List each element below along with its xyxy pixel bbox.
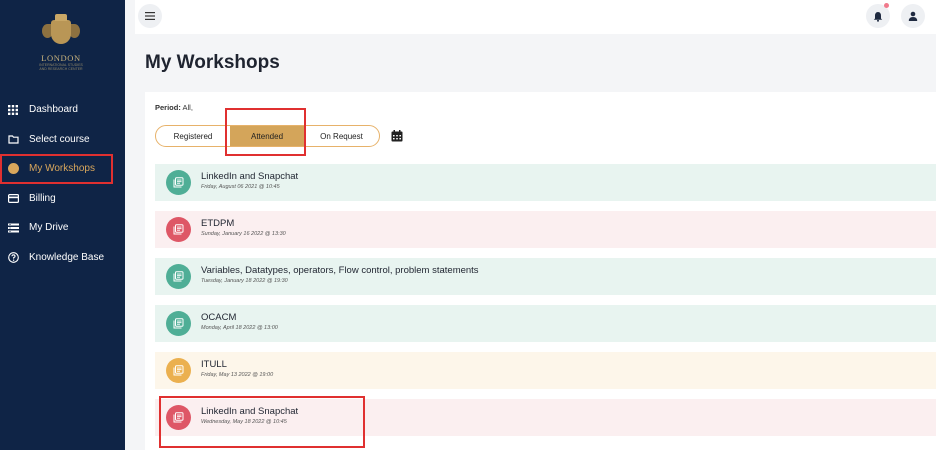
notifications-button[interactable]	[866, 3, 890, 28]
course-icon	[166, 311, 191, 336]
top-bar	[135, 0, 936, 34]
sidebar-item-label: Select course	[29, 133, 90, 145]
course-icon	[166, 170, 191, 195]
tab-on-request[interactable]: On Request	[304, 126, 379, 146]
workshop-date: Wednesday, May 18 2022 @ 10:45	[201, 419, 287, 425]
sidebar-nav: Dashboard Select course My Workshops Bil…	[0, 95, 125, 272]
sidebar: LONDON INTERNATIONAL STUDIES AND RESEARC…	[0, 0, 125, 450]
drive-icon	[7, 222, 19, 234]
user-icon	[908, 11, 918, 21]
help-icon	[7, 251, 19, 263]
user-menu-button[interactable]	[901, 4, 925, 28]
workshop-item[interactable]: LinkedIn and Snapchat Wednesday, May 18 …	[155, 399, 936, 436]
workshop-date: Sunday, January 16 2022 @ 13:30	[201, 231, 286, 237]
hamburger-icon	[145, 12, 155, 20]
workshop-title: LinkedIn and Snapchat	[201, 171, 299, 182]
workshop-date: Tuesday, January 18 2022 @ 19:30	[201, 278, 288, 284]
calendar-icon	[391, 130, 403, 142]
sidebar-item-label: My Drive	[29, 222, 69, 234]
sidebar-item-dashboard[interactable]: Dashboard	[0, 95, 125, 125]
sidebar-item-label: Knowledge Base	[29, 251, 105, 263]
sidebar-item-label: Dashboard	[29, 104, 78, 116]
page-title: My Workshops	[145, 52, 280, 73]
period-value: All,	[182, 103, 193, 112]
calendar-button[interactable]	[391, 129, 403, 142]
workshop-date: Friday, May 13 2022 @ 19:00	[201, 372, 274, 378]
workshop-title: ETDPM	[201, 218, 235, 229]
bell-icon	[873, 11, 883, 22]
sidebar-item-label: My Workshops	[29, 163, 95, 175]
sidebar-item-billing[interactable]: Billing	[0, 184, 125, 214]
workshop-item[interactable]: OCACM Monday, April 18 2022 @ 13:00	[155, 305, 936, 342]
period-filter: Period: All,	[155, 103, 193, 112]
sidebar-item-label: Billing	[29, 192, 56, 204]
workshop-title: Variables, Datatypes, operators, Flow co…	[201, 265, 479, 276]
workshop-date: Friday, August 06 2021 @ 10:45	[201, 184, 280, 190]
sidebar-item-knowledge-base[interactable]: Knowledge Base	[0, 243, 125, 273]
sidebar-item-my-drive[interactable]: My Drive	[0, 213, 125, 243]
folder-icon	[7, 133, 19, 145]
course-icon	[166, 405, 191, 430]
brand-name: LONDON	[41, 53, 81, 63]
workshop-title: OCACM	[201, 312, 237, 323]
crest-icon	[42, 14, 80, 48]
notification-dot	[884, 3, 889, 8]
workshop-item[interactable]: Variables, Datatypes, operators, Flow co…	[155, 258, 936, 295]
workshop-title: LinkedIn and Snapchat	[201, 406, 299, 417]
brand-tagline: AND RESEARCH CENTER	[39, 67, 83, 71]
workshop-date: Monday, April 18 2022 @ 13:00	[201, 325, 278, 331]
grid-icon	[7, 104, 19, 116]
workshop-title: ITULL	[201, 359, 227, 370]
sidebar-item-my-workshops[interactable]: My Workshops	[0, 154, 125, 184]
sidebar-item-select-course[interactable]: Select course	[0, 125, 125, 155]
workshop-item[interactable]: ETDPM Sunday, January 16 2022 @ 13:30	[155, 211, 936, 248]
workshop-list: LinkedIn and Snapchat Friday, August 06 …	[155, 164, 936, 446]
menu-toggle-button[interactable]	[138, 4, 162, 28]
workshop-item[interactable]: LinkedIn and Snapchat Friday, August 06 …	[155, 164, 936, 201]
course-icon	[166, 217, 191, 242]
course-icon	[166, 264, 191, 289]
tab-attended[interactable]: Attended	[230, 126, 304, 146]
workshop-tabs: Registered Attended On Request	[155, 125, 380, 147]
workshops-card: Period: All, Registered Attended On Requ…	[145, 92, 936, 450]
period-label: Period:	[155, 103, 181, 112]
course-icon	[166, 358, 191, 383]
tab-registered[interactable]: Registered	[156, 126, 230, 146]
brand-logo[interactable]: LONDON INTERNATIONAL STUDIES AND RESEARC…	[36, 14, 86, 72]
workshop-item[interactable]: ITULL Friday, May 13 2022 @ 19:00	[155, 352, 936, 389]
card-icon	[7, 192, 19, 204]
workshop-icon	[7, 163, 19, 175]
